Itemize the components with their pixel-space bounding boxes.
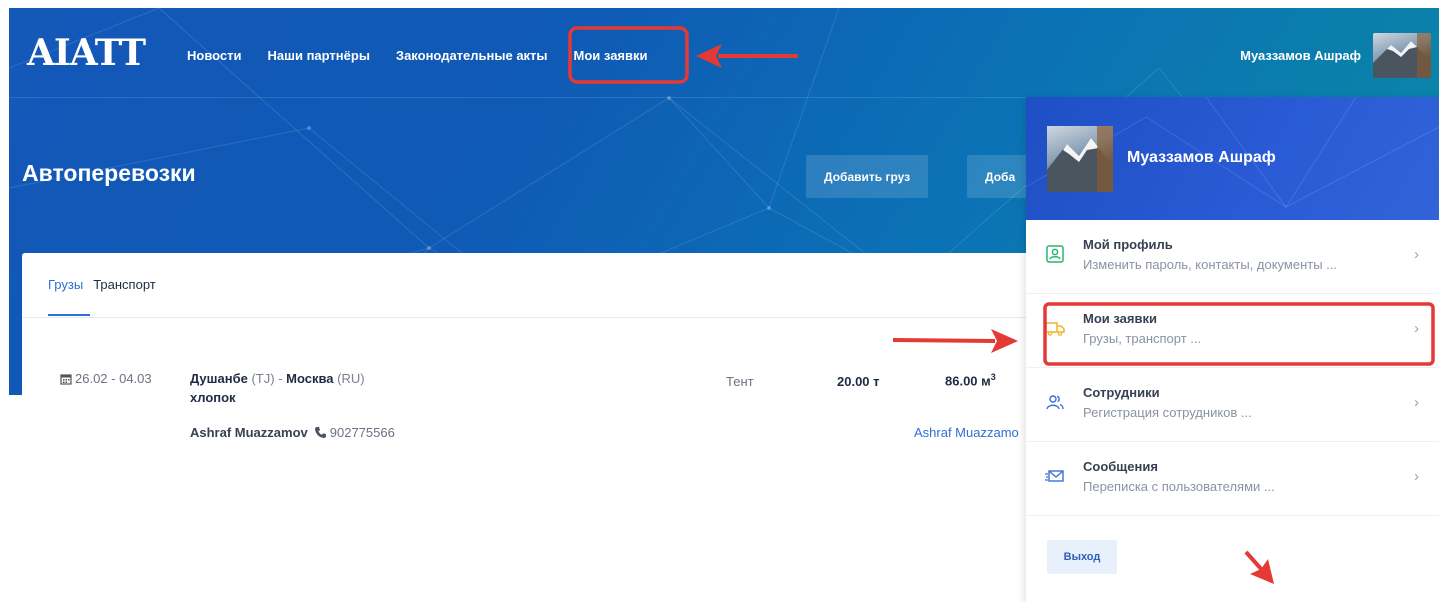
route-from: Душанбе [190, 371, 248, 386]
contact-name: Ashraf Muazzamov [190, 425, 308, 440]
volume-unit-sup: 3 [990, 372, 996, 382]
route-from-country: (TJ) [251, 371, 275, 386]
route-to: Москва [286, 371, 334, 386]
nav-my-requests[interactable]: Мои заявки [574, 48, 648, 63]
avatar[interactable] [1373, 33, 1431, 78]
route-to-country: (RU) [337, 371, 365, 386]
tab-transport[interactable]: Транспорт [93, 277, 156, 316]
menu-item-subtitle: Переписка с пользователями ... [1083, 479, 1275, 494]
menu-item-messages[interactable]: Сообщения Переписка с пользователями ...… [1026, 442, 1439, 516]
panel-user-name: Муаззамов Ашраф [1127, 149, 1276, 166]
add-cargo-button[interactable]: Добавить груз [806, 155, 929, 198]
volume-value: 86.00 м [945, 373, 991, 389]
add-transport-button[interactable]: Доба [967, 155, 1034, 198]
chevron-right-icon: › [1414, 320, 1419, 337]
cargo-weight: 20.00 т [837, 374, 880, 389]
nav-partners[interactable]: Наши партнёры [268, 48, 370, 63]
panel-avatar [1047, 126, 1113, 192]
menu-item-subtitle: Грузы, транспорт ... [1083, 331, 1202, 346]
menu-item-title: Мой профиль [1083, 237, 1173, 252]
menu-item-profile[interactable]: Мой профиль Изменить пароль, контакты, д… [1026, 220, 1439, 294]
goods-name: хлопок [190, 390, 236, 405]
header-user-name[interactable]: Муаззамов Ашраф [1240, 48, 1361, 63]
site-logo[interactable]: AIATT [27, 32, 146, 74]
cargo-volume: 86.00 м3 [945, 372, 996, 388]
date-range: 26.02 - 04.03 [60, 371, 152, 386]
contact-phone: 902775566 [314, 425, 395, 440]
body-type: Тент [726, 374, 754, 389]
menu-item-my-requests[interactable]: Мои заявки Грузы, транспорт ... › [1026, 294, 1439, 368]
profile-icon [1046, 245, 1064, 263]
page-title: Автоперевозки [22, 160, 196, 186]
route-separator: - [278, 371, 283, 386]
chevron-right-icon: › [1414, 246, 1419, 263]
listing-tabs: Грузы Транспорт [48, 277, 156, 316]
main-nav: Новости Наши партнёры Законодательные ак… [187, 48, 648, 63]
contact-info: Ashraf Muazzamov 902775566 [190, 425, 395, 440]
menu-item-title: Сообщения [1083, 459, 1158, 474]
owner-link[interactable]: Ashraf Muazzamo [914, 425, 1019, 440]
top-navbar: AIATT Новости Наши партнёры Законодатель… [9, 8, 1439, 98]
menu-item-subtitle: Изменить пароль, контакты, документы ... [1083, 257, 1338, 272]
tab-cargo[interactable]: Грузы [48, 277, 91, 316]
truck-icon [1045, 322, 1065, 336]
date-text: 26.02 - 04.03 [75, 371, 152, 386]
user-dropdown-panel: Муаззамов Ашраф Мой профиль Изменить пар… [1026, 97, 1439, 602]
route: Душанбе (TJ) - Москва (RU) [190, 371, 365, 386]
chevron-right-icon: › [1414, 394, 1419, 411]
calendar-icon [60, 373, 72, 385]
panel-header: Муаззамов Ашраф [1026, 97, 1439, 220]
logout-button[interactable]: Выход [1047, 540, 1117, 574]
nav-news[interactable]: Новости [187, 48, 242, 63]
nav-legislation[interactable]: Законодательные акты [396, 48, 548, 63]
envelope-icon [1045, 470, 1064, 482]
chevron-right-icon: › [1414, 468, 1419, 485]
menu-item-subtitle: Регистрация сотрудников ... [1083, 405, 1252, 420]
phone-number: 902775566 [329, 425, 395, 440]
phone-icon [314, 427, 326, 438]
menu-item-employees[interactable]: Сотрудники Регистрация сотрудников ... › [1026, 368, 1439, 442]
employees-icon [1046, 395, 1064, 410]
menu-item-title: Мои заявки [1083, 311, 1157, 326]
menu-item-title: Сотрудники [1083, 385, 1160, 400]
